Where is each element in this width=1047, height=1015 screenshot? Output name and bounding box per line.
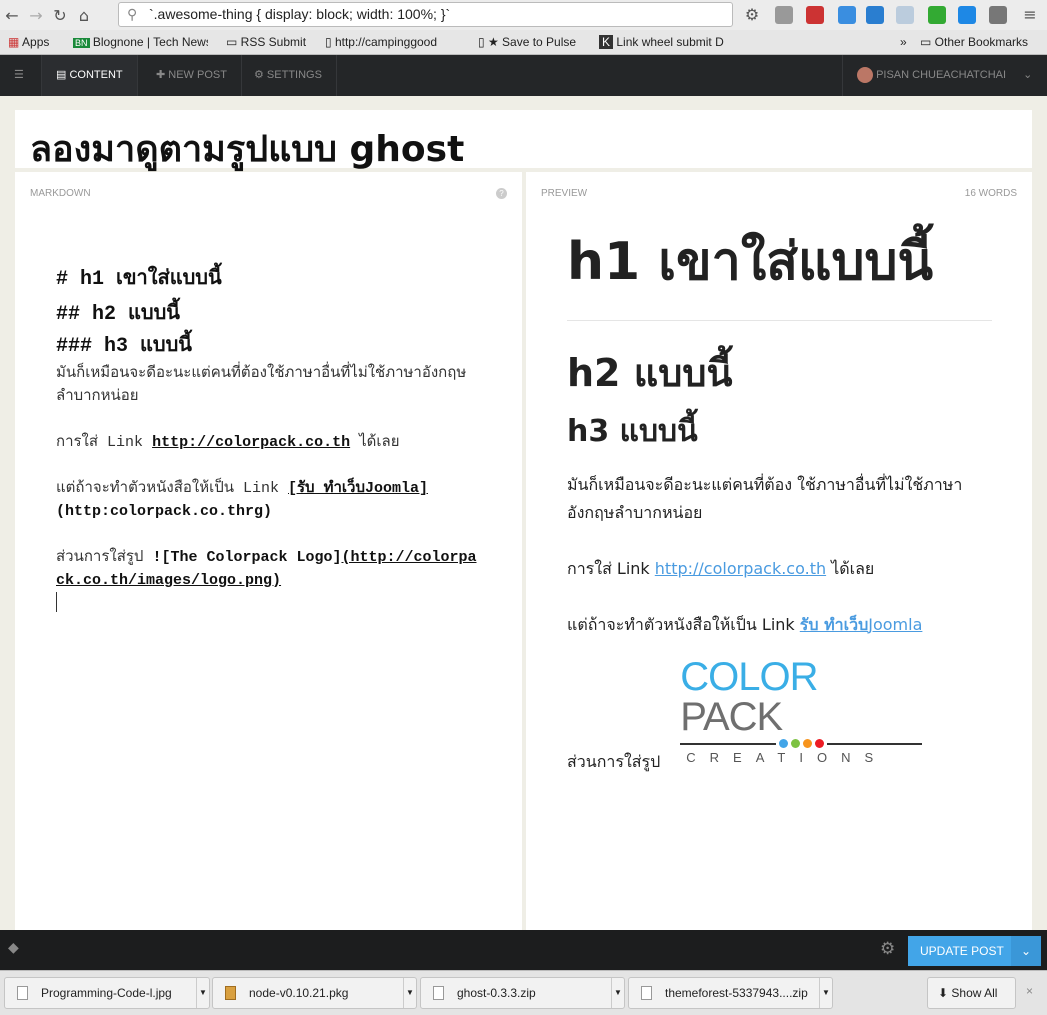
chevron-down-icon: ▼	[403, 978, 416, 1008]
download-item[interactable]: themeforest-5337943....zip ▼	[628, 977, 833, 1009]
md-h3: ### h3 แบบนี้	[56, 335, 192, 358]
preview-h2: h2 แบบนี้	[567, 351, 733, 395]
bookmark-other[interactable]: ▭ Other Bookmarks	[920, 35, 1028, 49]
bookmark-campinggood[interactable]: ▯ http://campinggood	[325, 35, 460, 49]
bookmark-rss-submit[interactable]: ▭ RSS Submit	[226, 35, 306, 49]
url-text: `.awesome-thing { display: block; width:…	[149, 6, 451, 22]
address-bar[interactable]: ⚲ `.awesome-thing { display: block; width…	[118, 2, 733, 27]
bookmarks-overflow[interactable]: »	[900, 35, 907, 49]
extension-icon[interactable]	[838, 6, 856, 24]
preview-paragraph: แต่ถ้าจะทำตัวหนังสือให้เป็น Link รับ ทำเ…	[567, 615, 923, 634]
update-post-button[interactable]: UPDATE POST ⌄	[908, 936, 1041, 966]
extension-icon[interactable]	[989, 6, 1007, 24]
preview-content: h1 เขาใส่แบบนี้ h2 แบบนี้ h3 แบบนี้ มันก…	[567, 220, 992, 775]
md-h2: ## h2 แบบนี้	[56, 303, 180, 326]
nav-settings[interactable]: ⚙ SETTINGS	[240, 55, 337, 96]
user-menu[interactable]: PISAN CHUEACHATCHAI ⌄	[842, 55, 1047, 96]
help-icon[interactable]: ?	[496, 188, 507, 199]
gear-icon[interactable]: ⚙	[740, 5, 764, 24]
avatar	[857, 67, 873, 84]
extension-icon[interactable]	[958, 6, 976, 24]
bookmark-blognone[interactable]: BN Blognone | Tech News	[73, 35, 208, 49]
preview-h1: h1 เขาใส่แบบนี้	[567, 220, 992, 321]
home-icon[interactable]: ⌂	[72, 6, 96, 25]
back-icon[interactable]: ←	[0, 6, 24, 25]
menu-icon[interactable]: ≡	[1018, 5, 1042, 24]
chevron-down-icon: ▼	[196, 978, 209, 1008]
ghost-nav: ☰ ▤ CONTENT ✚ NEW POST ⚙ SETTINGS PISAN …	[0, 55, 1047, 96]
browser-toolbar: ← → ↻ ⌂ ⚲ `.awesome-thing { display: bloc…	[0, 0, 1047, 30]
preview-h3: h3 แบบนี้	[567, 414, 698, 449]
nav-content[interactable]: ▤ CONTENT	[42, 55, 138, 96]
preview-paragraph: การใส่ Link http://colorpack.co.th ได้เล…	[567, 559, 875, 578]
colorpack-link[interactable]: http://colorpack.co.th	[655, 559, 826, 578]
reload-icon[interactable]: ↻	[48, 6, 72, 25]
chevron-down-icon: ▼	[611, 978, 624, 1008]
post-title-input[interactable]: ลองมาดูตามรูปแบบ ghost	[15, 110, 1032, 170]
close-icon[interactable]: ×	[1026, 984, 1033, 998]
joomla-link[interactable]: รับ ทำเว็บJoomla	[800, 615, 923, 634]
md-paragraph: ส่วนการใส่รูป ![The Colorpack Logo](http…	[56, 549, 477, 589]
search-extension-icon[interactable]	[806, 6, 824, 24]
bookmarks-bar: ▦ Apps BN Blognone | Tech News ▭ RSS Sub…	[0, 30, 1047, 55]
md-h1: # h1 เขาใส่แบบนี้	[56, 268, 222, 291]
preview-label: PREVIEW	[541, 188, 588, 199]
nav-new-post[interactable]: ✚ NEW POST	[142, 55, 242, 96]
editor-footer: ◆ ⚙ UPDATE POST ⌄	[0, 930, 1047, 970]
markdown-editor[interactable]: # h1 เขาใส่แบบนี้ ## h2 แบบนี้ ### h3 แบ…	[56, 262, 481, 612]
extension-icon[interactable]	[866, 6, 884, 24]
preview-image-paragraph: ส่วนการใส่รูป COLOR PACK CREATIONS	[567, 657, 992, 775]
bookmark-apps[interactable]: ▦ Apps	[8, 35, 49, 49]
text-cursor	[56, 592, 57, 612]
bug-extension-icon[interactable]	[775, 6, 793, 24]
md-paragraph: การใส่ Link http://colorpack.co.th ได้เล…	[56, 434, 400, 451]
forward-icon[interactable]: →	[24, 6, 48, 25]
markdown-label: MARKDOWN	[30, 188, 91, 199]
preview-paragraph: มันก็เหมือนจะดีอะนะแต่คนที่ต้อง ใช้ภาษาอ…	[567, 475, 963, 522]
download-item[interactable]: Programming-Code-l.jpg ▼	[4, 977, 210, 1009]
bookmark-link-wheel[interactable]: K Link wheel submit D	[599, 35, 764, 49]
md-paragraph: แต่ถ้าจะทำตัวหนังสือให้เป็น Link [รับ ทำ…	[56, 480, 428, 520]
gear-icon[interactable]: ⚙	[880, 939, 895, 959]
bookmark-save-to-pulse[interactable]: ▯ ★ Save to Pulse	[478, 35, 576, 49]
chevron-down-icon[interactable]: ⌄	[1011, 936, 1041, 966]
extension-icon[interactable]	[928, 6, 946, 24]
tag-icon[interactable]: ◆	[8, 940, 19, 956]
extension-icon[interactable]	[896, 6, 914, 24]
chevron-down-icon: ⌄	[1023, 69, 1033, 81]
md-paragraph: มันก็เหมือนจะดีอะนะแต่คนที่ต้องใช้ภาษาอื…	[56, 365, 467, 405]
download-item[interactable]: node-v0.10.21.pkg ▼	[212, 977, 417, 1009]
download-item[interactable]: ghost-0.3.3.zip ▼	[420, 977, 625, 1009]
word-count: 16 WORDS	[964, 188, 1017, 199]
search-icon: ⚲	[127, 6, 138, 22]
menu-toggle-icon[interactable]: ☰	[0, 55, 42, 96]
image-caption: ส่วนการใส่รูป	[567, 752, 661, 771]
chevron-down-icon: ▼	[819, 978, 832, 1008]
downloads-bar: Programming-Code-l.jpg ▼ node-v0.10.21.pk…	[0, 970, 1047, 1015]
download-icon: ⬇	[938, 986, 949, 1000]
show-all-button[interactable]: ⬇ Show All	[927, 977, 1016, 1009]
colorpack-logo: COLOR PACK CREATIONS	[680, 657, 923, 765]
